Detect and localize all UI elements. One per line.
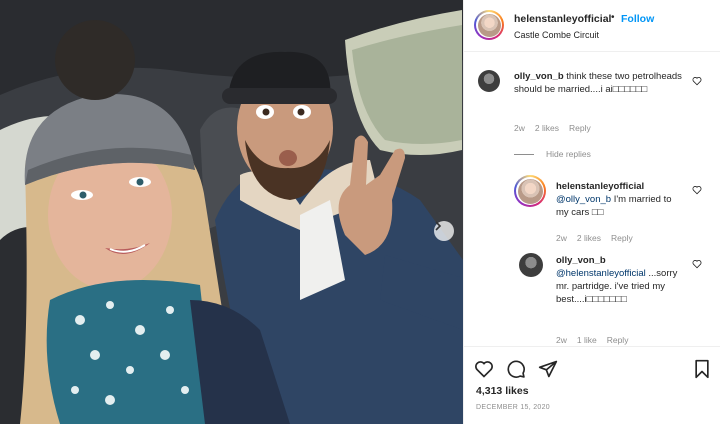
likes-count[interactable]: 4,313 likes xyxy=(476,385,529,397)
hide-replies-button[interactable]: Hide replies xyxy=(514,149,591,159)
reply-button[interactable]: Reply xyxy=(611,233,633,243)
reply-meta: 2w 2 likes Reply xyxy=(556,233,643,243)
post-username[interactable]: helenstanleyofficial xyxy=(514,13,611,25)
reply-likes[interactable]: 2 likes xyxy=(577,233,601,243)
post-date: DECEMBER 15, 2020 xyxy=(476,404,550,411)
like-comment-heart-icon[interactable] xyxy=(692,76,702,86)
reply-username[interactable]: olly_von_b xyxy=(556,255,606,266)
comment-likes[interactable]: 2 likes xyxy=(535,123,559,133)
reply-text: helenstanleyofficial @olly_von_b I'm mar… xyxy=(556,180,686,219)
post-side-panel: helenstanleyofficial • Follow Castle Com… xyxy=(463,0,720,424)
reply-meta: 2w 1 like Reply xyxy=(556,335,638,345)
comment-meta: 2w 2 likes Reply xyxy=(514,123,601,133)
reply-text: olly_von_b @helenstanleyofficial ...sorr… xyxy=(556,254,686,306)
commenter-avatar[interactable] xyxy=(478,70,500,92)
header-separator: • xyxy=(611,12,615,23)
reply-button[interactable]: Reply xyxy=(607,335,629,345)
like-reply-heart-icon[interactable] xyxy=(692,185,702,195)
reply-mention[interactable]: @olly_von_b xyxy=(556,194,611,205)
reply-mention[interactable]: @helenstanleyofficial xyxy=(556,268,646,279)
post-actions: 4,313 likes DECEMBER 15, 2020 xyxy=(464,346,720,424)
reply-time: 2w xyxy=(556,335,567,345)
reply-avatar[interactable] xyxy=(519,253,543,277)
selfie-image xyxy=(0,0,463,424)
comment-icon[interactable] xyxy=(506,359,526,379)
author-avatar[interactable] xyxy=(474,10,504,40)
reply-avatar[interactable] xyxy=(514,175,546,207)
follow-button[interactable]: Follow xyxy=(621,13,654,25)
reply-likes[interactable]: 1 like xyxy=(577,335,597,345)
reply-username[interactable]: helenstanleyofficial xyxy=(556,181,644,192)
reply-button[interactable]: Reply xyxy=(569,123,591,133)
carousel-next-button[interactable] xyxy=(434,221,454,241)
reply-time: 2w xyxy=(556,233,567,243)
heart-icon[interactable] xyxy=(474,359,494,379)
like-reply-heart-icon[interactable] xyxy=(692,259,702,269)
chevron-right-icon xyxy=(435,221,442,231)
hide-replies-label: Hide replies xyxy=(546,149,591,159)
comment-time: 2w xyxy=(514,123,525,133)
post-header: helenstanleyofficial • Follow Castle Com… xyxy=(464,0,720,52)
comment-username[interactable]: olly_von_b xyxy=(514,71,564,82)
post-photo xyxy=(0,0,463,424)
post-location[interactable]: Castle Combe Circuit xyxy=(514,30,599,40)
comment-text: olly_von_b think these two petrolheads s… xyxy=(514,70,684,96)
share-icon[interactable] xyxy=(538,359,558,379)
bookmark-icon[interactable] xyxy=(692,359,712,379)
